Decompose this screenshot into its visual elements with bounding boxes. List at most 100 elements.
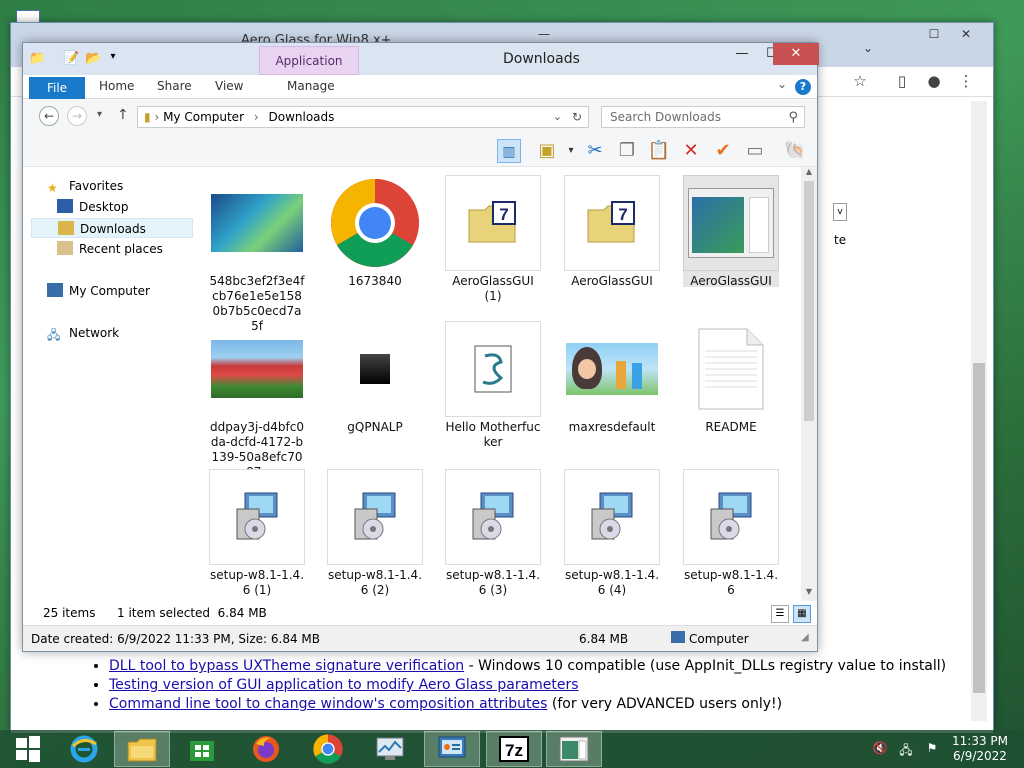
scroll-down-icon[interactable]: ▼: [801, 587, 817, 601]
file-item[interactable]: 1673840: [327, 175, 423, 289]
back-icon[interactable]: ←: [39, 106, 59, 126]
link[interactable]: Testing version of GUI application to mo…: [109, 677, 579, 693]
sidebar-icon[interactable]: ▯: [891, 72, 913, 92]
file-item[interactable]: setup-w8.1-1.4.6 (4): [564, 469, 660, 598]
tab-share[interactable]: Share: [157, 79, 192, 93]
resize-grip-icon[interactable]: ◢: [801, 632, 809, 643]
start-button[interactable]: [0, 731, 56, 767]
copy-icon[interactable]: ❐: [615, 139, 639, 163]
close-icon[interactable]: ✕: [773, 43, 819, 65]
file-item-selected[interactable]: AeroGlassGUI: [683, 175, 779, 288]
installer-icon: [327, 469, 423, 565]
address-bar-area: ← → ▾ ↑ ▮ › My Computer › Downloads ⌄ ↻ …: [23, 99, 817, 135]
minimize-icon[interactable]: —: [727, 43, 757, 65]
profile-icon[interactable]: ●: [923, 72, 945, 92]
control-panel-icon[interactable]: [424, 731, 480, 767]
file-item[interactable]: setup-w8.1-1.4.6 (2): [327, 469, 423, 598]
link[interactable]: DLL tool to bypass UXTheme signature ver…: [109, 658, 464, 674]
up-icon[interactable]: ↑: [117, 107, 129, 123]
tab-manage[interactable]: Manage: [287, 79, 335, 93]
help-icon[interactable]: ?: [795, 79, 811, 95]
new-folder-icon[interactable]: 📂: [85, 51, 101, 67]
ribbon-tabs: File Home Share View Manage ⌄ ?: [23, 75, 817, 99]
taskbar: 7z 🔇 🖧 ⚑ 11:33 PM 6/9/2022: [0, 730, 1024, 768]
folder-icon[interactable]: 📁: [29, 51, 45, 67]
nav-downloads[interactable]: Downloads: [31, 218, 193, 238]
refresh-icon[interactable]: ↻: [572, 107, 582, 127]
preview-pane-icon[interactable]: ▥: [497, 139, 521, 163]
action-center-icon[interactable]: ⚑: [924, 741, 940, 757]
nav-my-computer[interactable]: My Computer: [47, 281, 209, 301]
chevron-down-icon[interactable]: ▾: [105, 51, 121, 67]
navigation-pane: ★ Favorites Desktop Downloads Recent plac…: [23, 167, 193, 601]
file-item[interactable]: README: [683, 321, 779, 435]
application-tools-tab: Application Tools: [259, 46, 359, 97]
scroll-thumb[interactable]: [804, 181, 814, 421]
file-explorer-icon[interactable]: [114, 731, 170, 767]
downloads-folder-icon: [58, 221, 74, 235]
network-tray-icon[interactable]: 🖧: [898, 741, 914, 757]
image-thumbnail: [209, 175, 305, 271]
file-name: AeroGlassGUI: [690, 274, 772, 288]
tab-file[interactable]: File: [29, 77, 85, 99]
file-item[interactable]: setup-w8.1-1.4.6 (1): [209, 469, 305, 598]
file-item[interactable]: 7 AeroGlassGUI (1): [445, 175, 541, 304]
checkmark-icon[interactable]: ✔: [711, 139, 735, 163]
paste-icon[interactable]: 📋: [647, 139, 671, 163]
firefox-icon[interactable]: [238, 731, 294, 767]
file-item[interactable]: 7 AeroGlassGUI: [564, 175, 660, 289]
side-dropdown[interactable]: v: [833, 203, 847, 221]
svg-text:7: 7: [618, 205, 627, 224]
select-icon[interactable]: ▣: [535, 139, 559, 163]
file-item[interactable]: Hello Motherfucker: [445, 321, 541, 450]
cut-icon[interactable]: ✂: [583, 139, 607, 163]
file-item[interactable]: maxresdefault: [564, 321, 660, 435]
menu-icon[interactable]: ⋮: [955, 72, 977, 92]
internet-explorer-icon[interactable]: [56, 731, 112, 767]
chevron-down-icon[interactable]: ⌄: [853, 41, 883, 59]
breadcrumb-downloads[interactable]: Downloads: [268, 110, 334, 124]
clock[interactable]: 11:33 PM 6/9/2022: [952, 734, 1008, 764]
address-input[interactable]: ▮ › My Computer › Downloads ⌄ ↻: [137, 106, 589, 128]
nav-favorites[interactable]: ★ Favorites: [47, 176, 209, 196]
chrome-taskbar-icon[interactable]: [300, 731, 356, 767]
list-item: Command line tool to change window's com…: [109, 695, 946, 714]
link[interactable]: Command line tool to change window's com…: [109, 696, 547, 712]
delete-icon[interactable]: ✕: [679, 139, 703, 163]
rename-icon[interactable]: ▭: [743, 139, 767, 163]
7zip-icon[interactable]: 7z: [486, 731, 542, 767]
details-view-icon[interactable]: ☰: [771, 605, 789, 623]
recent-locations-icon[interactable]: ▾: [97, 109, 102, 120]
file-item[interactable]: setup-w8.1-1.4.6 (3): [445, 469, 541, 598]
nav-network[interactable]: 🖧 Network: [47, 323, 209, 343]
chrome-icon: [327, 175, 423, 271]
file-item[interactable]: gQPNALP: [327, 321, 423, 435]
chevron-down-icon[interactable]: ⌄: [553, 107, 562, 127]
scroll-up-icon[interactable]: ▲: [801, 167, 817, 181]
close-icon[interactable]: ✕: [951, 27, 981, 45]
performance-monitor-icon[interactable]: [362, 731, 418, 767]
file-name: setup-w8.1-1.4.6 (1): [209, 568, 305, 597]
large-icons-view-icon[interactable]: ▦: [793, 605, 811, 623]
search-input[interactable]: Search Downloads ⚲: [601, 106, 805, 128]
forward-icon[interactable]: →: [67, 106, 87, 126]
expand-ribbon-icon[interactable]: ⌄: [777, 77, 787, 91]
tab-home[interactable]: Home: [99, 79, 134, 93]
breadcrumb-my-computer[interactable]: My Computer: [163, 110, 244, 124]
chevron-down-icon[interactable]: ▾: [559, 139, 583, 163]
store-icon[interactable]: [174, 731, 230, 767]
svg-text:7: 7: [499, 205, 508, 224]
file-item[interactable]: ddpay3j-d4bfc0da-dcfd-4172-b139-50a8efc7…: [209, 321, 305, 480]
search-icon[interactable]: ⚲: [788, 108, 798, 128]
properties-icon[interactable]: 📝: [63, 51, 79, 67]
aero-glass-gui-icon[interactable]: [546, 731, 602, 767]
browser-scroll-thumb[interactable]: [973, 363, 985, 693]
computer-icon: [671, 631, 685, 643]
volume-muted-icon[interactable]: 🔇: [872, 741, 888, 757]
file-item[interactable]: 548bc3ef2f3e4fcb76e1e5e1580b7b5c0ecd7a5f: [209, 175, 305, 334]
shell-icon[interactable]: 🐚: [783, 139, 807, 163]
tab-view[interactable]: View: [215, 79, 243, 93]
star-icon[interactable]: ☆: [849, 72, 871, 92]
file-item[interactable]: setup-w8.1-1.4.6: [683, 469, 779, 598]
maximize-icon[interactable]: ☐: [919, 27, 949, 45]
